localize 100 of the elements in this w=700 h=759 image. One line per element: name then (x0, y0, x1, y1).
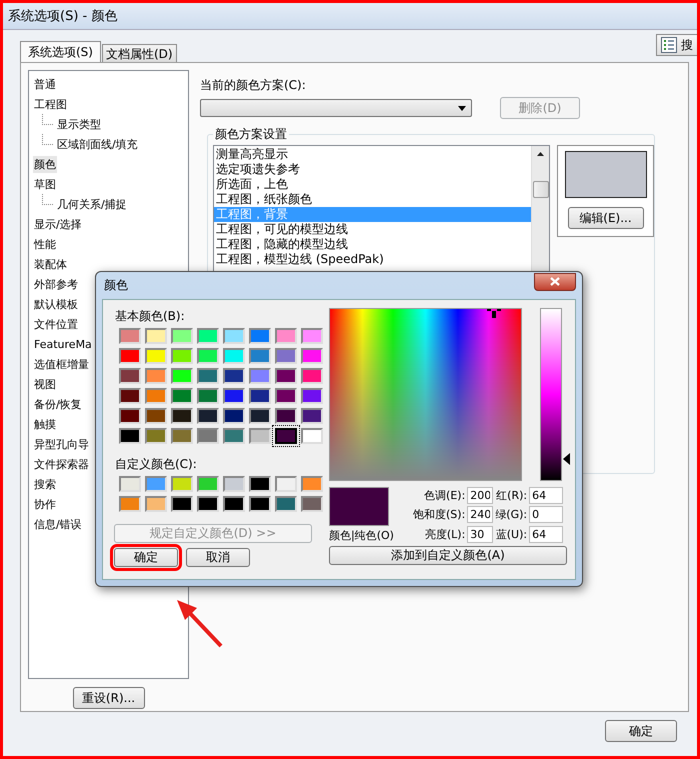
close-button[interactable] (534, 272, 576, 290)
color-swatch[interactable] (119, 476, 141, 492)
scheme-dropdown[interactable] (200, 99, 472, 117)
tree-item[interactable]: 默认模板 (33, 296, 79, 312)
input-field[interactable]: 200 (467, 487, 494, 504)
color-swatch[interactable] (145, 408, 167, 424)
list-item[interactable]: 选定项遗失参考 (214, 162, 531, 177)
color-swatch[interactable] (119, 348, 141, 364)
tree-item[interactable]: 性能 (33, 236, 57, 252)
color-swatch[interactable] (249, 388, 271, 404)
color-swatch[interactable] (145, 476, 167, 492)
input-field[interactable]: 240 (467, 506, 494, 524)
cancel-button[interactable]: 取消 (186, 548, 250, 567)
color-swatch[interactable] (197, 496, 219, 512)
input-field[interactable]: 0 (529, 506, 564, 524)
color-swatch[interactable] (119, 368, 141, 384)
tree-item[interactable]: 草图 (33, 176, 57, 192)
color-swatch[interactable] (249, 428, 271, 444)
tree-item[interactable]: 颜色 (33, 156, 57, 172)
color-swatch[interactable] (145, 368, 167, 384)
color-swatch[interactable] (275, 388, 297, 404)
color-swatch[interactable] (301, 368, 323, 384)
color-swatch[interactable] (145, 348, 167, 364)
tree-item[interactable]: 区域剖面线/填充 (56, 136, 139, 152)
tree-item[interactable]: 文件探索器 (33, 456, 90, 472)
color-swatch[interactable] (171, 328, 193, 344)
tree-item[interactable]: FeatureMa (33, 336, 93, 352)
reset-button[interactable]: 重设(R)... (72, 687, 144, 709)
slider-arrow-icon[interactable] (562, 453, 570, 466)
tree-item[interactable]: 显示/选择 (33, 216, 83, 232)
color-swatch[interactable] (249, 408, 271, 424)
color-swatch[interactable] (301, 408, 323, 424)
color-swatch[interactable] (249, 496, 271, 512)
list-item[interactable]: 工程图，隐藏的模型边线 (214, 237, 531, 252)
list-item[interactable]: 工程图，可见的模型边线 (214, 222, 531, 237)
tree-item[interactable]: 选值框增量 (33, 356, 90, 372)
list-item[interactable]: 所选面，上色 (214, 177, 531, 192)
color-swatch[interactable] (223, 368, 245, 384)
tree-item[interactable]: 几何关系/捕捉 (56, 196, 128, 212)
color-swatch[interactable] (275, 328, 297, 344)
color-swatch[interactable] (197, 408, 219, 424)
scroll-thumb[interactable] (532, 181, 548, 198)
color-swatch[interactable] (119, 328, 141, 344)
list-item[interactable]: 工程图，模型边线 (SpeedPak) (214, 252, 531, 267)
tree-item[interactable]: 搜索 (33, 476, 57, 492)
color-swatch[interactable] (249, 348, 271, 364)
color-swatch[interactable] (275, 496, 297, 512)
color-swatch[interactable] (249, 368, 271, 384)
tree-item[interactable]: 工程图 (33, 96, 68, 112)
color-swatch[interactable] (275, 368, 297, 384)
color-swatch[interactable] (119, 388, 141, 404)
color-swatch[interactable] (197, 428, 219, 444)
color-swatch[interactable] (145, 328, 167, 344)
color-swatch[interactable] (301, 388, 323, 404)
color-swatch[interactable] (301, 328, 323, 344)
tree-item[interactable]: 触摸 (33, 416, 57, 432)
luminance-slider[interactable] (540, 308, 569, 481)
color-swatch[interactable] (275, 428, 297, 444)
color-swatch[interactable] (197, 368, 219, 384)
color-swatch[interactable] (197, 328, 219, 344)
input-field[interactable]: 30 (467, 526, 494, 543)
add-to-custom-button[interactable]: 添加到自定义颜色(A) (329, 546, 567, 565)
color-swatch[interactable] (119, 496, 141, 512)
color-swatch[interactable] (275, 348, 297, 364)
color-spectrum[interactable] (329, 308, 522, 481)
color-swatch[interactable] (223, 496, 245, 512)
tree-item[interactable]: 普通 (33, 76, 57, 92)
color-swatch[interactable] (119, 428, 141, 444)
color-swatch[interactable] (171, 388, 193, 404)
tab[interactable]: 文档属性(D) (102, 44, 177, 62)
color-swatch[interactable] (145, 496, 167, 512)
color-swatch[interactable] (223, 328, 245, 344)
input-field[interactable]: 64 (529, 526, 564, 543)
color-swatch[interactable] (223, 428, 245, 444)
tree-item[interactable]: 外部参考 (33, 276, 79, 292)
color-swatch[interactable] (275, 476, 297, 492)
search-button[interactable]: 搜 (656, 34, 697, 56)
list-item[interactable]: 工程图，纸张颜色 (214, 192, 531, 207)
color-swatch[interactable] (301, 428, 323, 444)
color-swatch[interactable] (171, 348, 193, 364)
color-swatch[interactable] (275, 408, 297, 424)
color-swatch[interactable] (223, 476, 245, 492)
tree-item[interactable]: 协作 (33, 496, 57, 512)
color-swatch[interactable] (171, 496, 193, 512)
color-swatch[interactable] (197, 388, 219, 404)
tree-item[interactable]: 显示类型 (56, 116, 102, 132)
color-swatch[interactable] (197, 476, 219, 492)
tree-item[interactable]: 备份/恢复 (33, 396, 83, 412)
tree-item[interactable]: 视图 (33, 376, 57, 392)
color-swatch[interactable] (249, 476, 271, 492)
color-swatch[interactable] (223, 408, 245, 424)
color-swatch[interactable] (223, 388, 245, 404)
color-swatch[interactable] (145, 388, 167, 404)
ok-button[interactable]: 确定 (605, 720, 677, 742)
color-swatch[interactable] (171, 368, 193, 384)
color-swatch[interactable] (223, 348, 245, 364)
tree-item[interactable]: 装配体 (33, 256, 68, 272)
input-field[interactable]: 64 (529, 487, 564, 504)
color-swatch[interactable] (171, 476, 193, 492)
tab[interactable]: 系统选项(S) (20, 41, 101, 62)
